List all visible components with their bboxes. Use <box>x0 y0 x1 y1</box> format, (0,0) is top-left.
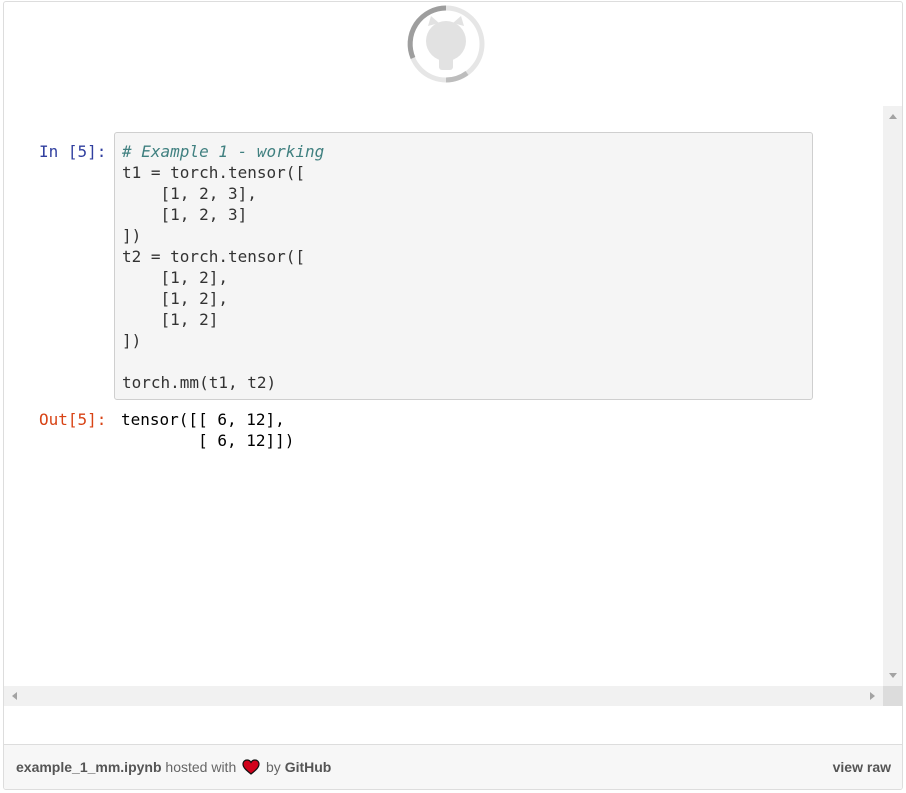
scroll-left-arrow-icon[interactable] <box>12 692 17 700</box>
scroll-up-arrow-icon[interactable] <box>889 114 897 119</box>
gist-footer: example_1_mm.ipynb hosted with by GitHub… <box>4 744 902 789</box>
notebook-viewport[interactable]: In [5]: # Example 1 - working t1 = torch… <box>4 106 902 708</box>
scrollbar-corner <box>883 686 902 706</box>
horizontal-scrollbar[interactable] <box>4 686 883 706</box>
code-block: # Example 1 - working t1 = torch.tensor(… <box>122 141 805 393</box>
output-prompt: Out[5]: <box>39 410 107 429</box>
gist-meta: example_1_mm.ipynb hosted with by GitHub <box>16 759 331 775</box>
heart-icon <box>242 759 260 775</box>
github-link[interactable]: GitHub <box>285 759 332 775</box>
gist-embed: In [5]: # Example 1 - working t1 = torch… <box>3 1 903 790</box>
notebook-cell: In [5]: # Example 1 - working t1 = torch… <box>4 106 883 686</box>
vertical-scrollbar[interactable] <box>883 106 902 686</box>
gist-filename-link[interactable]: example_1_mm.ipynb <box>16 759 162 775</box>
code-input-area[interactable]: # Example 1 - working t1 = torch.tensor(… <box>114 132 813 400</box>
view-raw-link[interactable]: view raw <box>833 759 891 775</box>
code-comment: # Example 1 - working <box>122 142 325 161</box>
scroll-right-arrow-icon[interactable] <box>870 692 875 700</box>
hosted-with-text: hosted with <box>165 759 237 775</box>
input-prompt: In [5]: <box>39 142 107 161</box>
github-octocat-loading-icon <box>407 5 485 83</box>
scroll-down-arrow-icon[interactable] <box>889 673 897 678</box>
by-text: by <box>266 759 281 775</box>
code-body: t1 = torch.tensor([ [1, 2, 3], [1, 2, 3]… <box>122 163 306 392</box>
cell-output: tensor([[ 6, 12], [ 6, 12]]) <box>121 410 295 450</box>
